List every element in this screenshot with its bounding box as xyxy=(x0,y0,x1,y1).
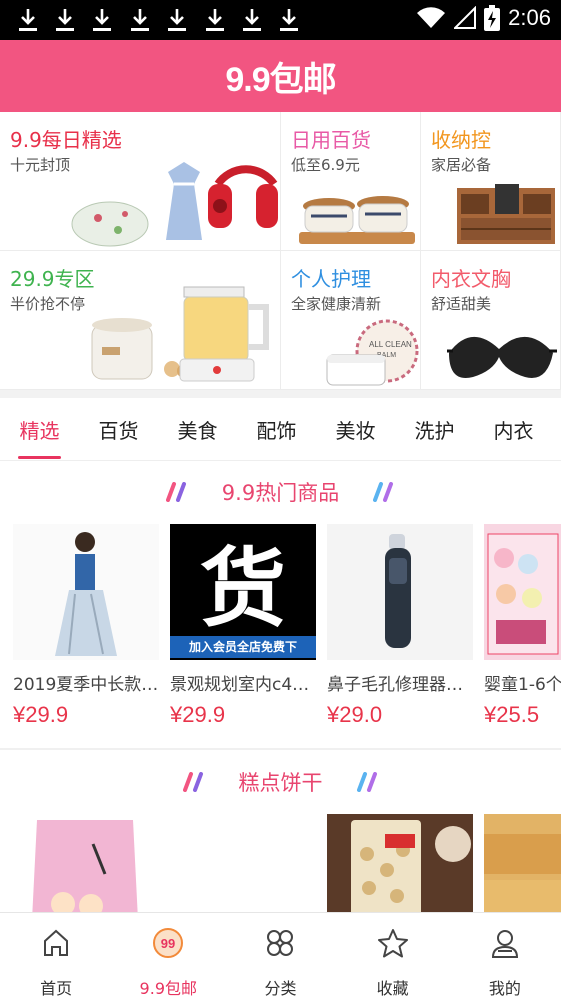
home-icon xyxy=(44,929,69,956)
tab-underwear[interactable]: 内衣 xyxy=(474,398,553,461)
category-lingerie[interactable]: 内衣文胸 舒适甜美 xyxy=(421,251,561,390)
battery-icon xyxy=(484,5,501,31)
nav-home[interactable]: 首页 xyxy=(0,913,112,999)
tab-general-goods[interactable]: 百货 xyxy=(79,398,158,461)
category-daily-goods[interactable]: 日用百货 低至6.9元 xyxy=(281,112,421,251)
category-subtitle: 十元封顶 xyxy=(10,156,71,174)
product-price: ¥29.9 xyxy=(13,702,69,727)
tab-food[interactable]: 美食 xyxy=(158,398,237,461)
product-name: 景观规划室内c4d素材 xyxy=(170,675,316,695)
nav-category[interactable]: 分类 xyxy=(224,913,336,999)
section-separator xyxy=(0,390,561,398)
product-big-char: 货 xyxy=(200,539,286,639)
product-name: 2019夏季中长款连衣裙 xyxy=(13,675,159,695)
product-price: ¥25.5 xyxy=(484,702,540,727)
nav-label: 收藏 xyxy=(376,979,409,998)
product-name: 鼻子毛孔修理器剃毛 xyxy=(327,675,473,695)
tab-wash-care[interactable]: 洗护 xyxy=(395,398,474,461)
section-title: 糕点饼干 xyxy=(238,771,323,795)
app-root: 2:06 9.9包邮 9.9每日精选 十元封顶 日用百货 低至6.9元 收纳控 … xyxy=(0,0,561,999)
status-icons: 2:06 xyxy=(416,5,551,31)
download-icon xyxy=(131,9,149,31)
product-image xyxy=(327,814,473,912)
category-title: 个人护理 xyxy=(291,267,371,291)
download-icon xyxy=(93,9,111,31)
category-daily-picks[interactable]: 9.9每日精选 十元封顶 xyxy=(0,112,281,251)
nav-label: 我的 xyxy=(488,979,521,998)
status-bar: 2:06 xyxy=(0,0,561,40)
product-image xyxy=(457,184,555,244)
nav-profile[interactable]: 我的 xyxy=(449,913,561,999)
nav-label: 9.9包邮 xyxy=(139,979,197,998)
decoration-slash-icon xyxy=(165,482,186,502)
snack-product-list xyxy=(0,814,561,912)
snacks-section-header: 糕点饼干 xyxy=(0,762,561,802)
category-tabs: 精选 百货 美食 配饰 美妆 洗护 内衣 xyxy=(0,398,561,461)
download-icon xyxy=(280,9,298,31)
product-image xyxy=(71,162,278,247)
ninety-nine-icon: 99 xyxy=(153,928,184,958)
download-icon xyxy=(56,9,74,31)
nav-label: 分类 xyxy=(264,979,297,998)
product-image xyxy=(447,336,557,378)
category-storage[interactable]: 收纳控 家居必备 xyxy=(421,112,561,251)
product-image xyxy=(484,524,561,660)
hot-product-list: 2019夏季中长款连衣裙 ¥29.9 货 加入会员全店免费下 景观规划室内c4d… xyxy=(0,524,561,736)
category-subtitle: 全家健康清新 xyxy=(291,295,382,313)
svg-text:99: 99 xyxy=(161,936,175,951)
bottom-navigation: 首页 99 9.9包邮 分类 收藏 我的 xyxy=(0,912,561,999)
wifi-icon xyxy=(417,7,446,29)
decoration-slash-icon xyxy=(356,772,377,792)
hot-section-header: 9.9热门商品 xyxy=(0,472,561,512)
app-header: 9.9包邮 xyxy=(0,40,561,112)
product-banner: 加入会员全店免费下 xyxy=(170,636,316,658)
tab-featured[interactable]: 精选 xyxy=(0,398,79,461)
category-subtitle: 低至6.9元 xyxy=(291,156,360,174)
user-icon xyxy=(491,930,518,958)
download-icon xyxy=(206,9,224,31)
category-grid: 9.9每日精选 十元封顶 日用百货 低至6.9元 收纳控 家居必备 29.9专区… xyxy=(0,112,561,390)
product-image xyxy=(13,814,159,912)
product-image: 货 加入会员全店免费下 xyxy=(170,524,316,660)
category-title: 收纳控 xyxy=(431,128,491,152)
signal-icon xyxy=(454,6,477,29)
product-price: ¥29.9 xyxy=(170,702,226,727)
product-name: 婴童1-6个月 xyxy=(484,675,561,695)
category-title: 日用百货 xyxy=(291,128,371,152)
download-icon xyxy=(168,9,186,31)
category-title: 29.9专区 xyxy=(10,267,95,291)
decoration-slash-icon xyxy=(182,772,203,792)
product-price: ¥29.0 xyxy=(327,702,383,727)
category-subtitle: 舒适甜美 xyxy=(431,295,492,313)
tab-beauty[interactable]: 美妆 xyxy=(316,398,395,461)
download-icon xyxy=(19,9,37,31)
product-image xyxy=(327,524,473,660)
nav-ninety-nine[interactable]: 99 9.9包邮 xyxy=(112,913,224,999)
product-image xyxy=(13,524,159,660)
category-icon xyxy=(267,930,294,956)
clock: 2:06 xyxy=(508,5,551,30)
download-icon xyxy=(243,9,261,31)
app-logo: 9.9包邮 xyxy=(225,60,336,99)
product-image xyxy=(299,196,415,244)
svg-text:ALL CLEAN: ALL CLEAN xyxy=(369,340,412,349)
nav-label: 首页 xyxy=(40,979,73,998)
nav-favorites[interactable]: 收藏 xyxy=(337,913,449,999)
decoration-slash-icon xyxy=(373,482,394,502)
tab-accessories[interactable]: 配饰 xyxy=(237,398,316,461)
section-title: 9.9热门商品 xyxy=(221,481,340,505)
product-image: ALL CLEAN BALM xyxy=(326,319,419,386)
category-subtitle: 家居必备 xyxy=(431,156,492,174)
product-image xyxy=(484,814,561,912)
product-image xyxy=(170,814,316,912)
star-icon xyxy=(377,929,408,958)
product-image xyxy=(91,286,269,382)
section-divider xyxy=(0,748,561,750)
category-29-zone[interactable]: 29.9专区 半价抢不停 xyxy=(0,251,281,390)
category-title: 内衣文胸 xyxy=(431,267,511,291)
category-personal-care[interactable]: 个人护理 全家健康清新 ALL CLEAN BALM xyxy=(281,251,421,390)
category-subtitle: 半价抢不停 xyxy=(10,295,86,313)
